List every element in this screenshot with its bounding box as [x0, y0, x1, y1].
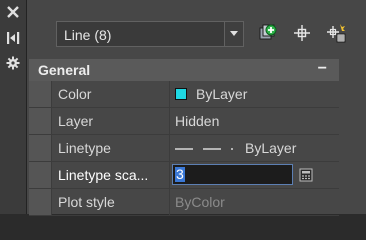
property-name: Linetype sca... — [58, 167, 149, 183]
pick-add-icon[interactable] — [292, 22, 312, 44]
property-row-color[interactable]: Color ByLayer — [29, 81, 339, 108]
column-divider — [169, 108, 170, 134]
chevron-down-icon[interactable] — [224, 22, 243, 46]
color-swatch — [175, 88, 187, 100]
object-type-dropdown[interactable]: Line (8) — [56, 21, 244, 47]
property-row-linetype-scale[interactable]: Linetype sca... 3 — [29, 162, 339, 189]
row-gutter — [29, 135, 52, 161]
property-value: Hidden — [175, 113, 220, 129]
linetype-value: ByLayer — [245, 140, 297, 156]
linetype-scale-input[interactable]: 3 — [172, 164, 293, 185]
column-divider — [169, 135, 170, 161]
calculator-icon[interactable] — [299, 168, 313, 182]
property-row-plot-style[interactable]: Plot style ByColor — [29, 189, 339, 216]
close-icon[interactable] — [3, 4, 23, 20]
property-name: Color — [58, 86, 92, 102]
property-row-layer[interactable]: Layer Hidden — [29, 108, 339, 135]
autohide-icon[interactable] — [3, 30, 23, 46]
column-divider — [169, 81, 170, 107]
section-title: General — [38, 62, 91, 78]
property-value: ByLayer — [175, 86, 247, 102]
property-grid: Color ByLayer Layer Hidden Linetype ByLa… — [29, 81, 339, 216]
property-name: Linetype — [58, 140, 111, 156]
gear-icon[interactable] — [3, 55, 23, 71]
property-value: ByColor — [175, 194, 225, 210]
property-row-linetype[interactable]: Linetype ByLayer — [29, 135, 339, 162]
row-gutter — [29, 189, 52, 215]
color-value: ByLayer — [196, 86, 248, 102]
column-divider — [169, 162, 170, 188]
quick-select-icon[interactable] — [258, 22, 278, 44]
collapse-icon[interactable]: − — [318, 60, 327, 78]
row-gutter — [29, 162, 52, 188]
row-gutter — [29, 81, 52, 107]
select-objects-icon[interactable] — [325, 22, 346, 44]
property-value: ByLayer — [175, 140, 296, 156]
palette-title-strip — [0, 0, 27, 214]
column-divider — [169, 189, 170, 215]
object-type-value: Line (8) — [64, 27, 112, 43]
property-name: Layer — [58, 113, 94, 129]
property-name: Plot style — [58, 194, 115, 210]
section-header-general[interactable]: General − — [29, 59, 339, 81]
row-gutter — [29, 108, 52, 134]
linetype-preview-icon — [175, 148, 233, 151]
selected-text: 3 — [175, 166, 185, 182]
